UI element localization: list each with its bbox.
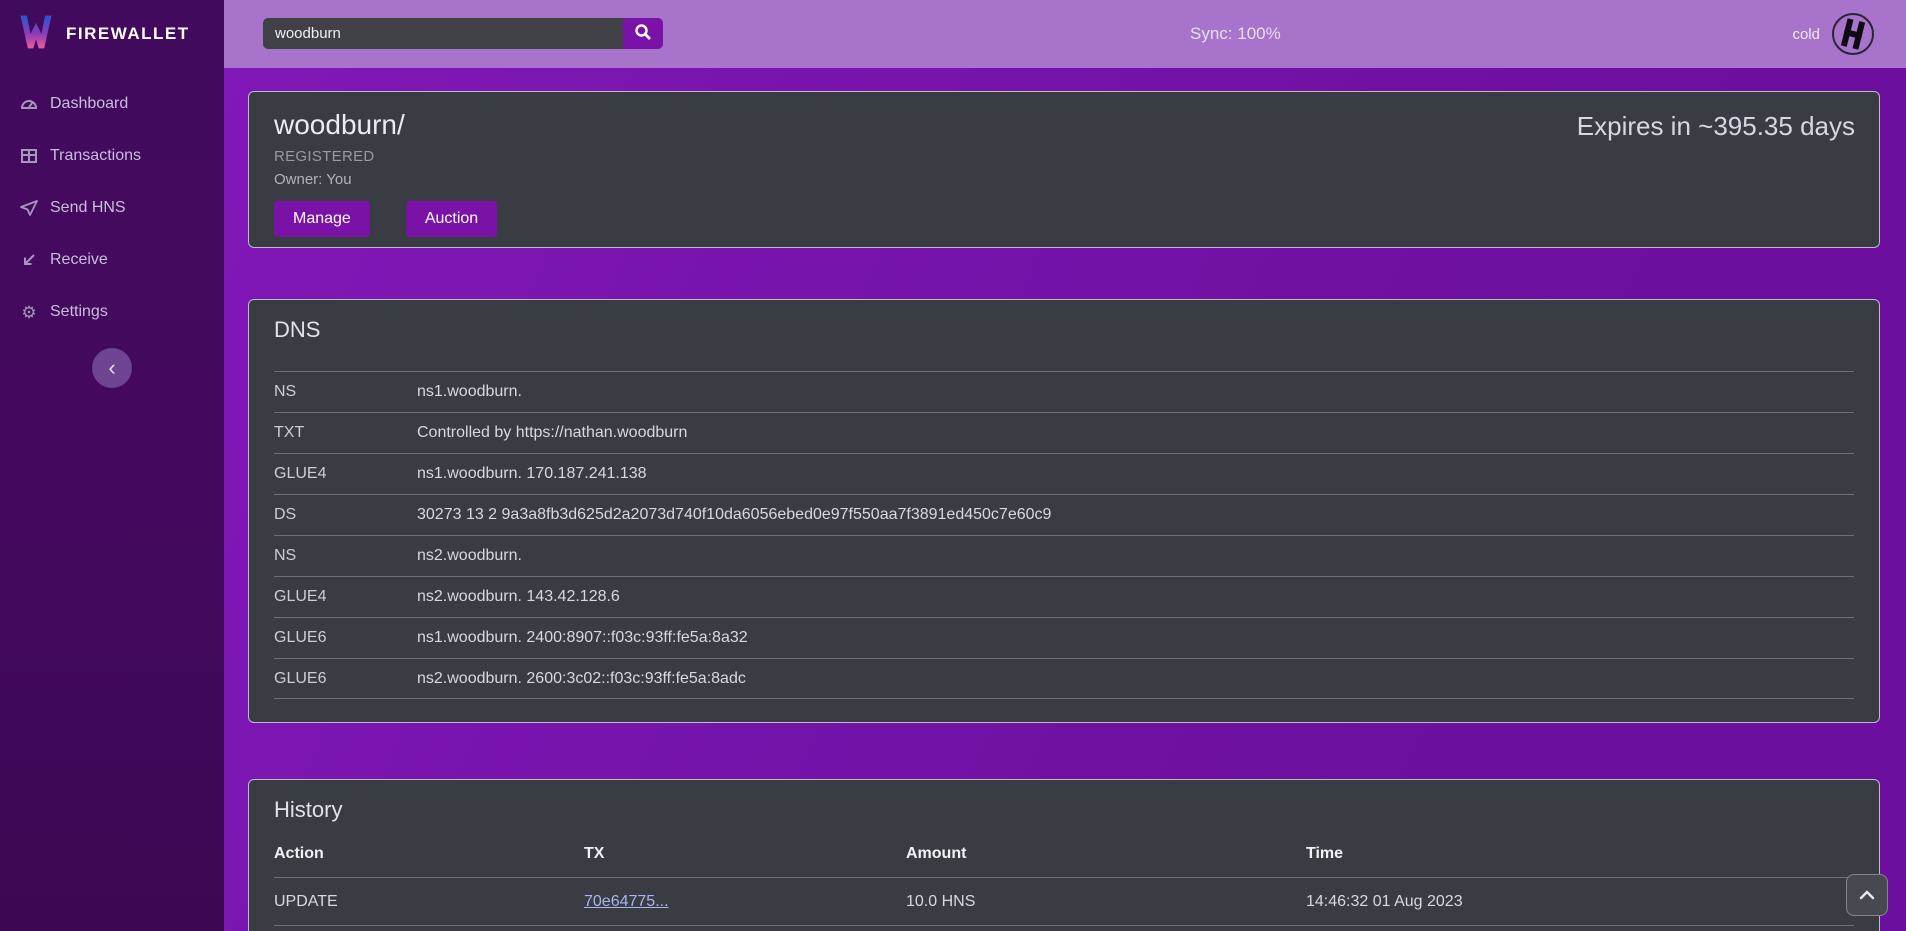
domain-expiry: Expires in ~395.35 days (1577, 111, 1855, 142)
history-amount: 10.0 HNS (906, 893, 1306, 911)
transactions-icon (19, 146, 39, 166)
chevron-left-icon: ‹ (108, 355, 115, 380)
brand-name: FIREWALLET (66, 24, 190, 44)
sidebar-item-dashboard[interactable]: Dashboard (0, 78, 224, 130)
wallet-group: cold (1792, 0, 1876, 68)
dns-record-row: NS ns2.woodburn. (274, 535, 1854, 576)
main-content: woodburn/ REGISTERED Owner: You Manage A… (224, 68, 1906, 931)
history-action: UPDATE (274, 893, 584, 911)
send-icon (19, 198, 39, 218)
history-row: RENEW d7b64f75... 10.0 HNS 15:47:32 07 F… (274, 926, 1854, 931)
dns-card: DNS NS ns1.woodburn. TXT Controlled by h… (248, 299, 1880, 723)
dns-record-value: ns2.woodburn. 143.42.128.6 (417, 588, 620, 606)
dns-record-value: 30273 13 2 9a3a8fb3d625d2a2073d740f10da6… (417, 506, 1051, 524)
top-bar: Sync: 100% cold (224, 0, 1906, 68)
history-col-action: Action (274, 845, 584, 863)
sidebar-item-label: Receive (50, 251, 108, 269)
firewallet-logo-icon (16, 11, 56, 58)
dns-record-type: DS (274, 506, 417, 524)
dns-record-row: TXT Controlled by https://nathan.woodbur… (274, 412, 1854, 453)
handshake-logo-icon (1830, 45, 1876, 60)
sidebar-item-send-hns[interactable]: Send HNS (0, 182, 224, 234)
auction-button[interactable]: Auction (406, 201, 497, 237)
domain-owner: Owner: You (274, 171, 1854, 188)
dns-record-type: NS (274, 383, 417, 401)
chevron-up-icon (1859, 888, 1875, 903)
dns-record-value: ns1.woodburn. 2400:8907::f03c:93ff:fe5a:… (417, 629, 748, 647)
history-col-time: Time (1306, 845, 1854, 863)
history-card: History Action TX Amount Time UPDATE 70e… (248, 779, 1880, 931)
dns-record-row: GLUE6 ns2.woodburn. 2600:3c02::f03c:93ff… (274, 658, 1854, 699)
dns-record-type: NS (274, 547, 417, 565)
dns-record-value: ns1.woodburn. (417, 383, 522, 401)
dns-record-row: DS 30273 13 2 9a3a8fb3d625d2a2073d740f10… (274, 494, 1854, 535)
dns-record-row: GLUE6 ns1.woodburn. 2400:8907::f03c:93ff… (274, 617, 1854, 658)
scroll-to-top-button[interactable] (1846, 874, 1888, 916)
history-row: UPDATE 70e64775... 10.0 HNS 14:46:32 01 … (274, 878, 1854, 926)
sidebar-nav: Dashboard Transactions Send HNS (0, 68, 224, 338)
dns-title: DNS (274, 317, 1854, 343)
sync-status: Sync: 100% (1190, 0, 1281, 68)
dns-record-value: ns2.woodburn. 2600:3c02::f03c:93ff:fe5a:… (417, 670, 746, 688)
brand-header: FIREWALLET (0, 0, 224, 68)
history-col-amount: Amount (906, 845, 1306, 863)
dns-record-type: GLUE4 (274, 465, 417, 483)
receive-icon (19, 250, 39, 270)
tx-link[interactable]: 70e64775... (584, 893, 669, 910)
sidebar-collapse-button[interactable]: ‹ (92, 348, 132, 388)
dns-record-value: ns1.woodburn. 170.187.241.138 (417, 465, 647, 483)
dns-record-type: GLUE4 (274, 588, 417, 606)
dns-record-type: GLUE6 (274, 629, 417, 647)
dashboard-icon (19, 94, 39, 114)
search-input[interactable] (263, 18, 623, 49)
history-header-row: Action TX Amount Time (274, 845, 1854, 878)
domain-status-badge: REGISTERED (274, 148, 1854, 165)
search-button[interactable] (623, 18, 663, 49)
sidebar-item-label: Dashboard (50, 95, 128, 113)
search-icon (634, 23, 652, 44)
sidebar-item-receive[interactable]: Receive (0, 234, 224, 286)
sidebar-item-label: Transactions (50, 147, 141, 165)
sidebar: FIREWALLET Dashboard Transactions (0, 0, 224, 931)
sidebar-item-label: Send HNS (50, 199, 126, 217)
history-col-tx: TX (584, 845, 906, 863)
wallet-name: cold (1792, 26, 1820, 43)
dns-table: NS ns1.woodburn. TXT Controlled by https… (274, 371, 1854, 699)
dns-record-row: GLUE4 ns1.woodburn. 170.187.241.138 (274, 453, 1854, 494)
dns-record-type: GLUE6 (274, 670, 417, 688)
domain-card: woodburn/ REGISTERED Owner: You Manage A… (248, 91, 1880, 248)
manage-button[interactable]: Manage (274, 201, 370, 237)
dns-record-value: ns2.woodburn. (417, 547, 522, 565)
history-title: History (274, 797, 1854, 823)
search-group (263, 18, 663, 49)
gear-icon: ⚙ (19, 302, 39, 322)
sidebar-item-transactions[interactable]: Transactions (0, 130, 224, 182)
history-time: 14:46:32 01 Aug 2023 (1306, 893, 1854, 911)
wallet-menu-button[interactable] (1830, 11, 1876, 57)
sidebar-item-settings[interactable]: ⚙ Settings (0, 286, 224, 338)
dns-record-value: Controlled by https://nathan.woodburn (417, 424, 687, 442)
dns-record-row: GLUE4 ns2.woodburn. 143.42.128.6 (274, 576, 1854, 617)
dns-record-type: TXT (274, 424, 417, 442)
sidebar-item-label: Settings (50, 303, 108, 321)
dns-record-row: NS ns1.woodburn. (274, 371, 1854, 412)
